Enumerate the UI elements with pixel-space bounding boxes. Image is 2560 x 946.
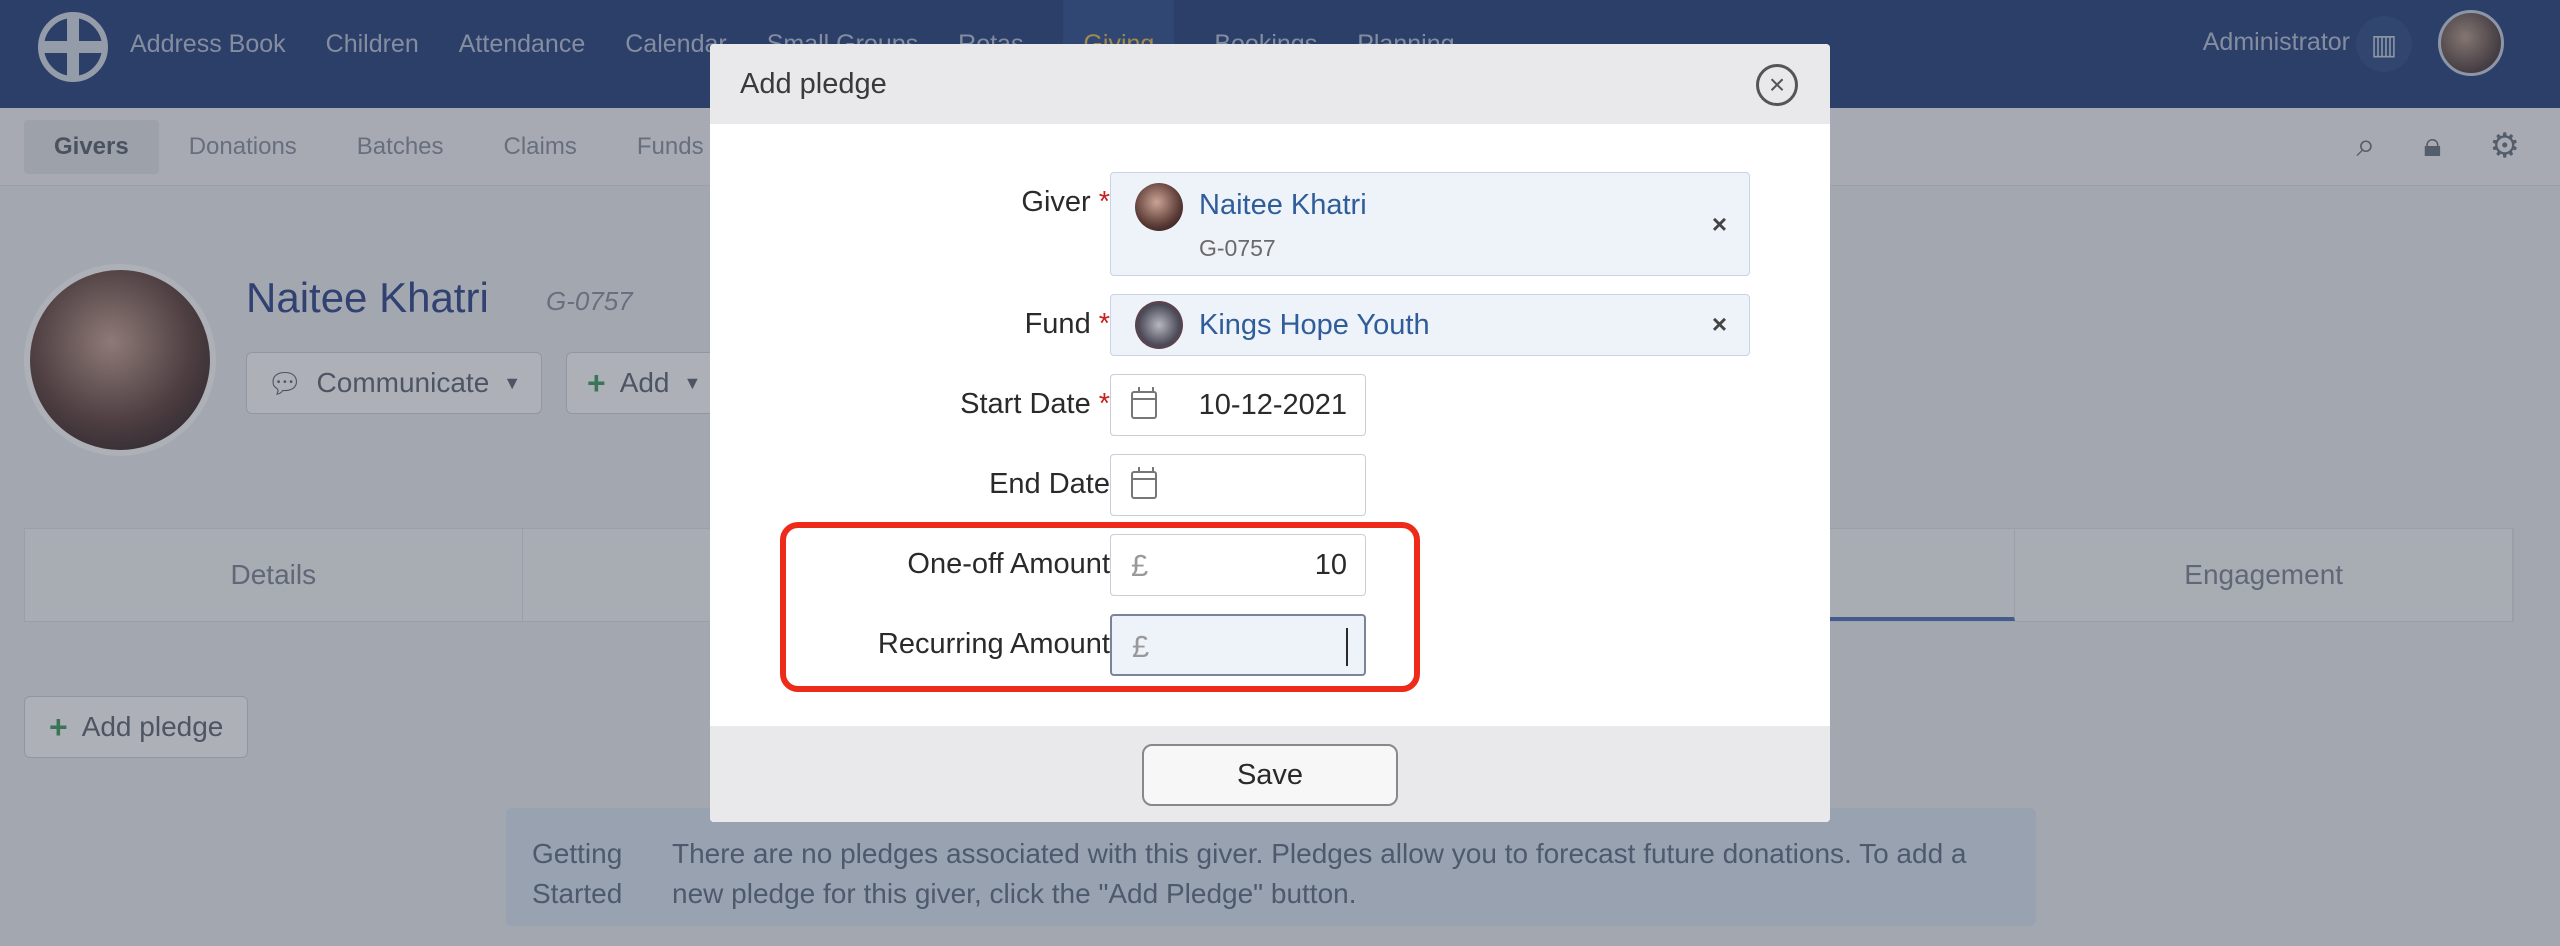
required-marker: *	[1098, 308, 1110, 340]
giver-label: Giver *	[710, 186, 1110, 219]
giver-name: Naitee Khatri	[1199, 189, 1367, 221]
fund-avatar	[1135, 301, 1183, 349]
dialog-title: Add pledge	[740, 67, 887, 100]
start-date-input[interactable]: 10-12-2021	[1110, 374, 1366, 436]
giver-label-text: Giver	[1021, 186, 1091, 218]
required-marker: *	[1098, 186, 1110, 218]
save-button[interactable]: Save	[1142, 744, 1398, 806]
giver-id: G-0757	[1199, 235, 1276, 261]
clear-giver-icon[interactable]: ×	[1712, 209, 1727, 240]
amounts-highlight	[780, 522, 1420, 692]
clear-fund-icon[interactable]: ×	[1712, 309, 1727, 340]
end-date-label-text: End Date	[989, 468, 1110, 500]
fund-label-text: Fund	[1024, 308, 1091, 340]
fund-label: Fund *	[710, 308, 1110, 341]
giver-avatar	[1135, 183, 1183, 231]
start-date-value: 10-12-2021	[1198, 389, 1347, 421]
start-date-label-text: Start Date	[960, 388, 1091, 420]
add-pledge-dialog: Add pledge × Giver * Naitee Khatri G-0757…	[710, 44, 1830, 822]
dialog-footer: Save	[710, 726, 1830, 822]
start-date-label: Start Date *	[710, 388, 1110, 421]
calendar-icon[interactable]	[1131, 387, 1157, 419]
calendar-icon[interactable]	[1131, 467, 1157, 499]
required-marker: *	[1098, 388, 1110, 420]
fund-field[interactable]: Kings Hope Youth ×	[1110, 294, 1750, 356]
end-date-label: End Date	[710, 468, 1110, 501]
close-icon[interactable]: ×	[1756, 64, 1798, 106]
dialog-header: Add pledge ×	[710, 44, 1830, 124]
giver-field[interactable]: Naitee Khatri G-0757 ×	[1110, 172, 1750, 276]
fund-name: Kings Hope Youth	[1199, 309, 1430, 341]
end-date-input[interactable]	[1110, 454, 1366, 516]
